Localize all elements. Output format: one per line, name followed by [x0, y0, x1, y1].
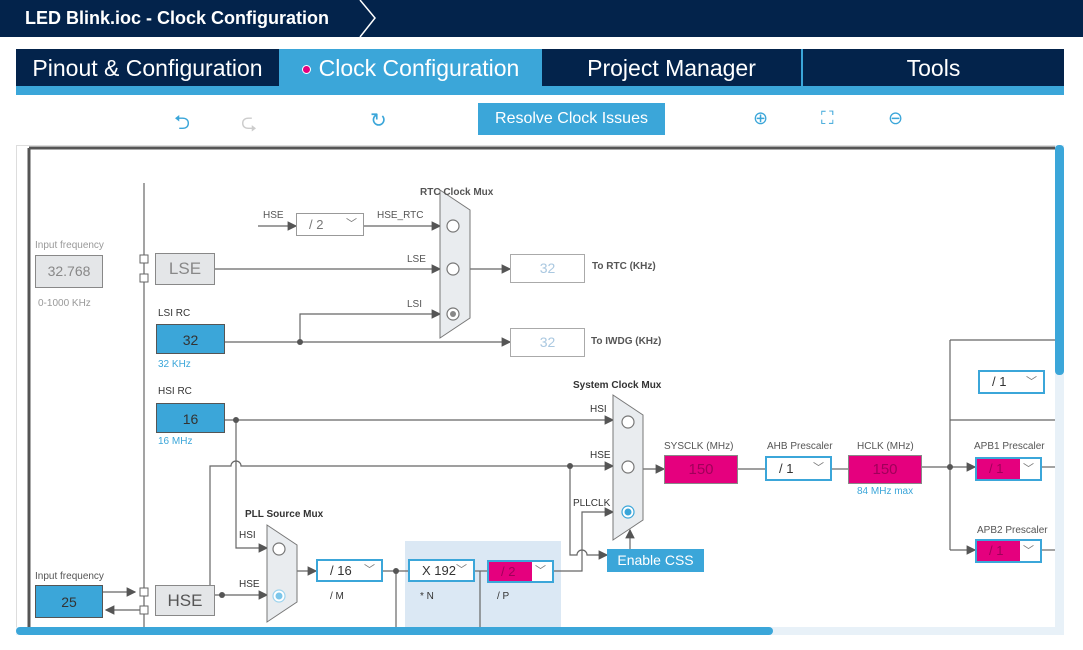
rtc-lsi-label: LSI: [407, 299, 423, 310]
pll-source-mux: [266, 524, 298, 623]
enable-css-button[interactable]: Enable CSS: [607, 549, 704, 572]
rtc-hse-label: HSE: [263, 210, 284, 221]
apb1-label: APB1 Prescaler: [974, 441, 1045, 452]
chevron-down-icon: ﹀: [346, 218, 357, 230]
lsi-label: LSI RC: [158, 308, 191, 319]
horizontal-scrollbar-thumb: [16, 627, 773, 635]
hclk-label: HCLK (MHz): [857, 441, 914, 452]
sys-hsi-label: HSI: [590, 404, 607, 415]
ahb-prescaler-select[interactable]: / 1 ﹀: [765, 456, 832, 481]
hsi-label: HSI RC: [158, 386, 192, 397]
hsi-value: 16: [156, 403, 225, 433]
chevron-down-icon: ﹀: [1023, 545, 1034, 557]
hse-input-frequency[interactable]: 25: [35, 585, 103, 618]
hclk-value[interactable]: 150: [848, 455, 922, 484]
pll-p-label: / P: [497, 591, 510, 602]
rtc-lse-label: LSE: [407, 254, 426, 265]
hclk-max: 84 MHz max: [857, 486, 914, 497]
apb1-prescaler-select[interactable]: / 1 ﹀: [975, 457, 1042, 481]
chevron-down-icon: ﹀: [364, 564, 375, 576]
hsi-unit: 16 MHz: [158, 436, 193, 447]
sys-hse-label: HSE: [590, 450, 611, 461]
apb2-label: APB2 Prescaler: [977, 525, 1048, 536]
select-value: / 2: [309, 217, 324, 232]
hse-rtc-label: HSE_RTC: [377, 210, 424, 221]
chevron-down-icon: ﹀: [535, 565, 546, 577]
to-rtc-value: 32: [510, 254, 585, 283]
ahb-label: AHB Prescaler: [767, 441, 833, 452]
hse-block[interactable]: HSE: [155, 585, 215, 616]
select-value: / 1: [977, 541, 1020, 561]
cortex-prescaler-select[interactable]: / 1 ﹀: [978, 370, 1045, 394]
select-value: / 1: [992, 374, 1007, 389]
chevron-down-icon: ﹀: [456, 564, 467, 576]
rtc-mux-title: RTC Clock Mux: [420, 187, 494, 198]
pll-m-select[interactable]: / 16 ﹀: [316, 559, 383, 582]
to-rtc-label: To RTC (KHz): [592, 261, 656, 272]
lse-block[interactable]: LSE: [155, 253, 215, 285]
hse-input-label: Input frequency: [35, 571, 104, 582]
lsi-unit: 32 KHz: [158, 359, 191, 370]
select-value: / 16: [330, 563, 352, 578]
to-iwdg-label: To IWDG (KHz): [591, 336, 662, 347]
sysclk-label: SYSCLK (MHz): [664, 441, 734, 452]
vertical-scrollbar-thumb: [1055, 145, 1064, 375]
lse-range: 0-1000 KHz: [38, 298, 91, 309]
pll-n-label: * N: [420, 591, 434, 602]
pll-mux-title: PLL Source Mux: [245, 509, 324, 520]
hse-rtc-divider-select[interactable]: / 2 ﹀: [296, 213, 364, 236]
chevron-down-icon: ﹀: [813, 462, 824, 474]
select-value: / 1: [977, 459, 1020, 479]
apb2-prescaler-select[interactable]: / 1 ﹀: [975, 539, 1042, 563]
sysclk-value[interactable]: 150: [664, 455, 738, 484]
pll-hse-label: HSE: [239, 579, 260, 590]
chevron-down-icon: ﹀: [1026, 376, 1037, 388]
to-iwdg-value: 32: [510, 328, 585, 357]
pll-hsi-label: HSI: [239, 530, 256, 541]
lsi-value: 32: [156, 324, 225, 354]
pll-p-select[interactable]: / 2 ﹀: [487, 560, 554, 583]
select-value: / 1: [779, 461, 794, 476]
lse-input-label: Input frequency: [35, 240, 104, 251]
select-value: X 192: [422, 563, 456, 578]
lse-input-frequency[interactable]: 32.768: [35, 255, 103, 288]
select-value: / 2: [489, 562, 532, 581]
system-mux-title: System Clock Mux: [573, 380, 662, 391]
pll-n-select[interactable]: X 192 ﹀: [408, 559, 475, 582]
pll-m-label: / M: [330, 591, 344, 602]
chevron-down-icon: ﹀: [1023, 463, 1034, 475]
sys-pllclk-label: PLLCLK: [573, 498, 611, 509]
